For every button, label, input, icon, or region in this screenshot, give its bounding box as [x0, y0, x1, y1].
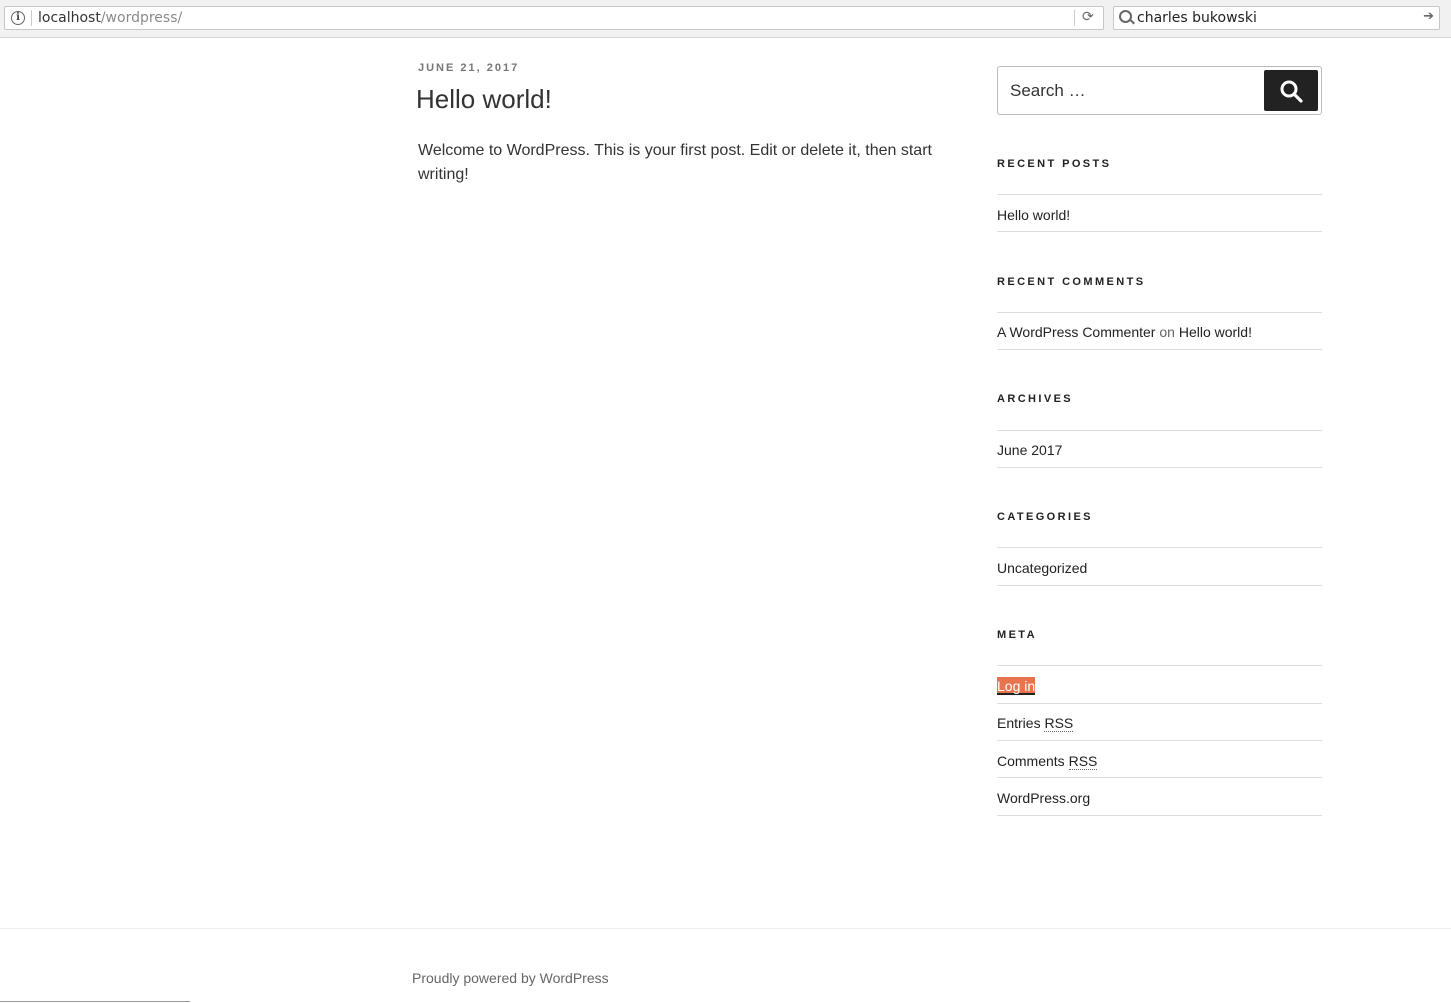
divider [997, 349, 1322, 350]
divider [997, 585, 1322, 586]
divider [997, 815, 1322, 816]
sidebar-search-form [997, 66, 1322, 115]
reload-icon[interactable]: ⟳ [1082, 9, 1094, 25]
categories-title: CATEGORIES [997, 511, 1093, 523]
comments-rss-link[interactable]: Comments RSS [997, 752, 1098, 770]
footer-divider [0, 928, 1451, 929]
bottom-edge-line [0, 1001, 190, 1002]
archives-title: ARCHIVES [997, 393, 1074, 405]
rss-abbr: RSS [1044, 715, 1074, 732]
divider [997, 777, 1322, 778]
post-content: Welcome to WordPress. This is your first… [418, 142, 932, 183]
divider [997, 430, 1322, 431]
footer-credit-link[interactable]: Proudly powered by WordPress [412, 970, 609, 986]
go-arrow-icon[interactable]: ➔ [1423, 9, 1434, 24]
recent-comment-item: A WordPress Commenter on Hello world! [997, 323, 1252, 341]
browser-toolbar: i localhost/wordpress/ ⟳ charles bukowsk… [0, 0, 1451, 38]
divider [997, 547, 1322, 548]
browser-search-text[interactable]: charles bukowski [1137, 10, 1257, 27]
post-title[interactable]: Hello world! [416, 84, 552, 114]
rss-abbr: RSS [1068, 753, 1098, 770]
reload-separator [1074, 10, 1075, 26]
archive-link[interactable]: June 2017 [997, 441, 1062, 459]
entries-label: Entries [997, 715, 1041, 731]
divider [997, 467, 1322, 468]
login-item: Log in [997, 677, 1036, 695]
url-path: /wordpress/ [100, 10, 183, 26]
divider [997, 740, 1322, 741]
recent-posts-title: RECENT POSTS [997, 158, 1112, 170]
divider [997, 194, 1322, 195]
browser-search-bar[interactable]: charles bukowski ➔ [1113, 6, 1440, 30]
post-date[interactable]: JUNE 21, 2017 [418, 62, 519, 74]
comments-label: Comments [997, 753, 1065, 769]
search-icon [1280, 80, 1303, 103]
info-icon[interactable]: i [11, 11, 25, 25]
recent-comments-title: RECENT COMMENTS [997, 276, 1146, 288]
divider [997, 665, 1322, 666]
url-text[interactable]: localhost/wordpress/ [38, 10, 182, 27]
divider [997, 231, 1322, 232]
comment-author-link[interactable]: A WordPress Commenter [997, 324, 1155, 340]
category-link[interactable]: Uncategorized [997, 559, 1087, 577]
divider [997, 312, 1322, 313]
recent-post-link[interactable]: Hello world! [997, 206, 1070, 224]
comment-connector: on [1159, 324, 1175, 340]
url-bar[interactable]: i localhost/wordpress/ ⟳ [4, 6, 1104, 30]
wordpress-org-link[interactable]: WordPress.org [997, 789, 1090, 807]
divider [997, 703, 1322, 704]
url-separator [31, 10, 32, 26]
meta-title: META [997, 629, 1037, 641]
login-link[interactable]: Log in [997, 677, 1036, 695]
comment-post-link[interactable]: Hello world! [1179, 324, 1252, 340]
search-input[interactable] [998, 67, 1260, 114]
search-icon [1119, 10, 1132, 23]
search-button[interactable] [1264, 70, 1318, 111]
entries-rss-link[interactable]: Entries RSS [997, 714, 1074, 732]
url-host: localhost [38, 10, 101, 26]
